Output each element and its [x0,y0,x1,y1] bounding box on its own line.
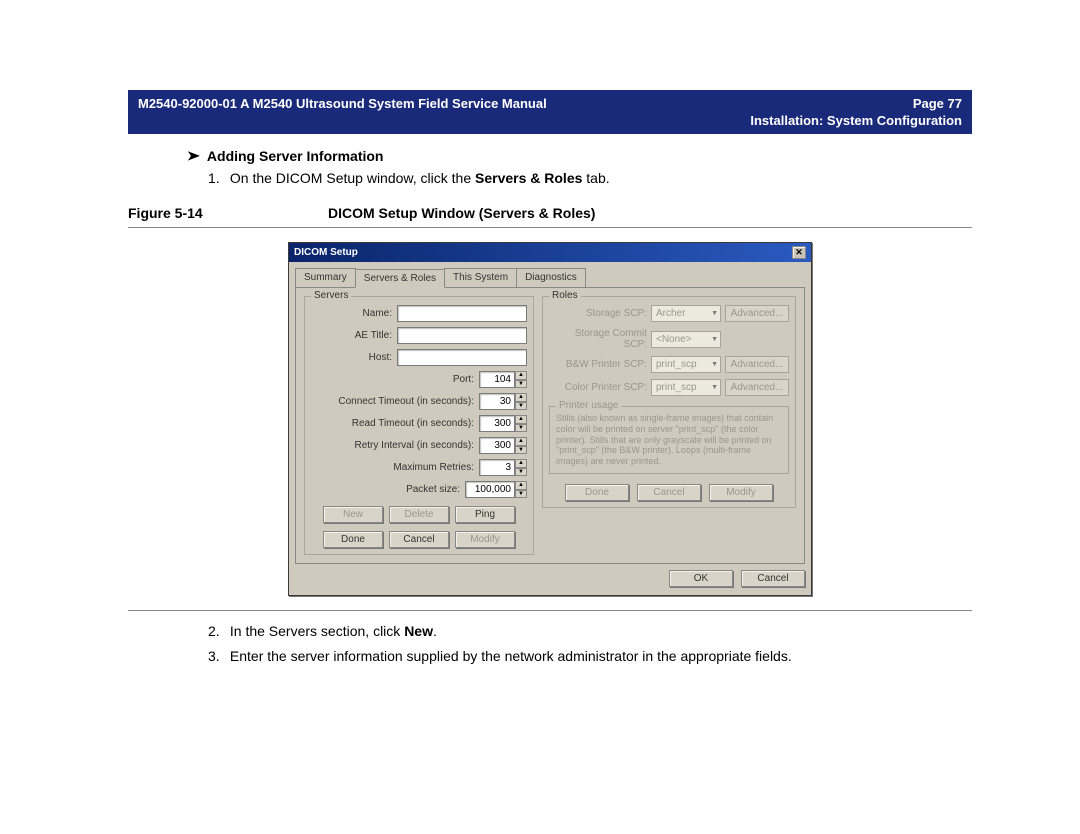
bw-advanced-button[interactable]: Advanced... [725,356,789,373]
ae-title-field[interactable] [397,327,527,344]
tab-this-system[interactable]: This System [444,268,517,287]
delete-button[interactable]: Delete [389,506,449,523]
section-title: Adding Server Information [207,148,384,164]
tab-summary[interactable]: Summary [295,268,356,287]
titlebar[interactable]: DICOM Setup ✕ [289,243,811,262]
servers-done-button[interactable]: Done [323,531,383,548]
retry-interval-stepper[interactable]: ▲▼ [479,437,527,454]
figure-label: Figure 5-14 [128,205,328,221]
read-timeout-stepper[interactable]: ▲▼ [479,415,527,432]
name-field[interactable] [397,305,527,322]
ping-button[interactable]: Ping [455,506,515,523]
divider [128,227,972,228]
divider [128,610,972,611]
servers-modify-button[interactable]: Modify [455,531,515,548]
color-advanced-button[interactable]: Advanced... [725,379,789,396]
servers-cancel-button[interactable]: Cancel [389,531,449,548]
step-2: 2. In the Servers section, click New. [208,621,972,642]
header-sub: Installation: System Configuration [138,113,962,128]
header-left: M2540-92000-01 A M2540 Ultrasound System… [138,96,547,111]
port-stepper[interactable]: ▲▼ [479,371,527,388]
arrow-icon: ➤ [187,148,200,164]
up-icon: ▲ [515,371,527,380]
manual-header: M2540-92000-01 A M2540 Ultrasound System… [128,90,972,134]
color-printer-select[interactable]: print_scp▼ [651,379,721,396]
step-3: 3. Enter the server information supplied… [208,646,972,667]
dicom-setup-window: DICOM Setup ✕ Summary Servers & Roles Th… [288,242,812,596]
down-icon: ▼ [515,380,527,389]
host-field[interactable] [397,349,527,366]
packet-size-stepper[interactable]: ▲▼ [465,481,527,498]
storage-scp-select[interactable]: Archer▼ [651,305,721,322]
tab-servers-roles[interactable]: Servers & Roles [355,269,445,288]
max-retries-stepper[interactable]: ▲▼ [479,459,527,476]
printer-usage-box: Printer usage Stills (also known as sing… [549,406,789,474]
roles-modify-button[interactable]: Modify [709,484,773,501]
bw-printer-select[interactable]: print_scp▼ [651,356,721,373]
cancel-button[interactable]: Cancel [741,570,805,587]
roles-fieldset: Roles Storage SCP: Archer▼ Advanced... S… [542,296,796,508]
window-title: DICOM Setup [294,247,358,258]
connect-timeout-stepper[interactable]: ▲▼ [479,393,527,410]
roles-done-button[interactable]: Done [565,484,629,501]
ok-button[interactable]: OK [669,570,733,587]
roles-cancel-button[interactable]: Cancel [637,484,701,501]
figure-title: DICOM Setup Window (Servers & Roles) [328,205,595,221]
close-icon[interactable]: ✕ [792,246,806,259]
tab-diagnostics[interactable]: Diagnostics [516,268,586,287]
step-1: 1. On the DICOM Setup window, click the … [208,168,972,189]
storage-commit-select[interactable]: <None>▼ [651,331,721,348]
servers-fieldset: Servers Name: AE Title: Host: Port:▲▼ Co… [304,296,534,555]
chevron-down-icon: ▼ [711,310,718,317]
header-page: Page 77 [913,96,962,111]
storage-advanced-button[interactable]: Advanced... [725,305,789,322]
new-button[interactable]: New [323,506,383,523]
